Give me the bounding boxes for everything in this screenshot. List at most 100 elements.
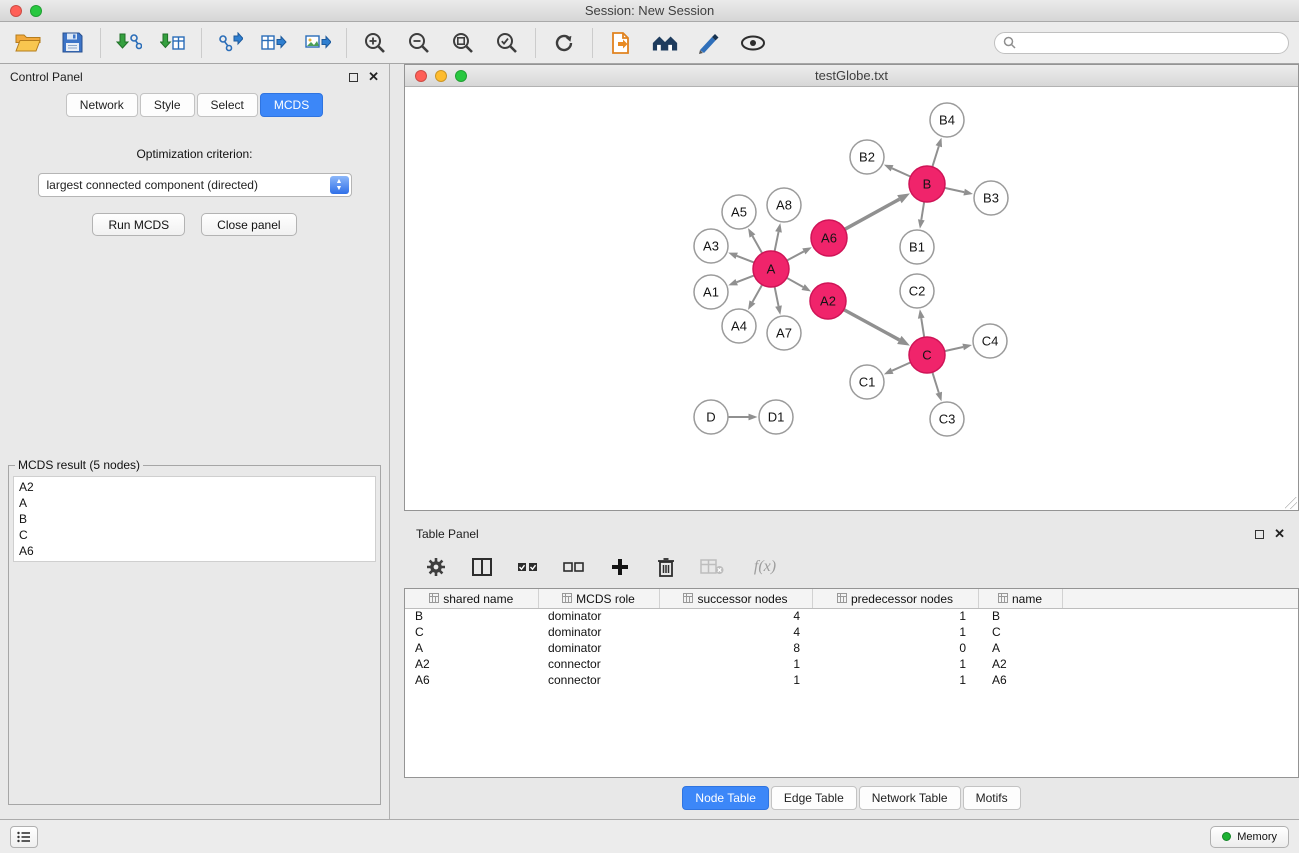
network-canvas[interactable]: B4B2BB3A5A8A6A3B1AA1C2A2A4A7CC4C1C3DD1 <box>405 87 1298 510</box>
graph-edge[interactable] <box>787 278 803 287</box>
result-item[interactable]: A2 <box>19 479 370 495</box>
close-network-button[interactable] <box>415 70 427 82</box>
tab-mcds[interactable]: MCDS <box>260 93 323 117</box>
result-item[interactable]: C <box>19 527 370 543</box>
float-panel-icon[interactable] <box>349 73 358 82</box>
graph-edge[interactable] <box>752 285 762 302</box>
mcds-result-fieldset: MCDS result (5 nodes) A2ABCA6 <box>8 458 381 805</box>
graph-edge-arrow <box>728 253 738 259</box>
criterion-dropdown[interactable]: largest connected component (directed) ▲… <box>38 173 352 197</box>
tab-network[interactable]: Network <box>66 93 138 117</box>
network-graph[interactable]: B4B2BB3A5A8A6A3B1AA1C2A2A4A7CC4C1C3DD1 <box>405 87 1298 510</box>
graph-edge-arrow <box>748 228 755 238</box>
apply-style-icon[interactable] <box>695 29 723 57</box>
float-table-panel-icon[interactable] <box>1255 530 1264 539</box>
table-cell-filler <box>1062 656 1298 672</box>
home-icon[interactable] <box>651 29 679 57</box>
close-table-panel-icon[interactable]: ✕ <box>1274 529 1285 539</box>
column-header[interactable]: name <box>978 589 1062 608</box>
tab-network-table[interactable]: Network Table <box>859 786 961 810</box>
open-folder-icon[interactable] <box>14 29 42 57</box>
save-session-icon[interactable] <box>58 29 86 57</box>
status-bar: Memory <box>0 819 1299 853</box>
graph-edge[interactable] <box>932 146 938 167</box>
graph-node-label: A8 <box>776 198 792 213</box>
column-header[interactable]: shared name <box>405 589 538 608</box>
graph-node-label: B2 <box>859 150 875 165</box>
graph-edge[interactable] <box>844 310 900 340</box>
graph-edge-arrow <box>801 284 811 291</box>
graph-edge[interactable] <box>752 236 762 253</box>
close-panel-button[interactable]: Close panel <box>201 213 296 236</box>
table-row[interactable]: Cdominator41C <box>405 624 1298 640</box>
add-row-icon[interactable] <box>608 555 632 579</box>
table-cell: A2 <box>978 656 1062 672</box>
graph-edge[interactable] <box>892 362 911 370</box>
graph-edge[interactable] <box>787 251 804 260</box>
tab-select[interactable]: Select <box>197 93 258 117</box>
deselect-all-icon[interactable] <box>562 555 586 579</box>
graph-edge-arrow <box>936 392 942 402</box>
run-mcds-button[interactable]: Run MCDS <box>92 213 185 236</box>
zoom-out-icon[interactable] <box>405 29 433 57</box>
tab-motifs[interactable]: Motifs <box>963 786 1021 810</box>
close-window-button[interactable] <box>10 5 22 17</box>
close-panel-icon[interactable]: ✕ <box>368 72 379 82</box>
tab-edge-table[interactable]: Edge Table <box>771 786 857 810</box>
memory-button[interactable]: Memory <box>1210 826 1289 848</box>
export-network-icon[interactable] <box>216 29 244 57</box>
graph-edge[interactable] <box>945 188 965 192</box>
table-row[interactable]: Bdominator41B <box>405 608 1298 624</box>
graph-edge-arrow <box>775 305 782 314</box>
eye-icon[interactable] <box>739 29 767 57</box>
result-item[interactable]: B <box>19 511 370 527</box>
zoom-selected-icon[interactable] <box>493 29 521 57</box>
zoom-network-button[interactable] <box>455 70 467 82</box>
graph-edge[interactable] <box>921 202 924 220</box>
graph-edge[interactable] <box>737 256 755 263</box>
table-row[interactable]: A6connector11A6 <box>405 672 1298 688</box>
select-all-icon[interactable] <box>516 555 540 579</box>
graph-edge[interactable] <box>775 287 779 306</box>
zoom-in-icon[interactable] <box>361 29 389 57</box>
network-window-controls <box>415 70 467 82</box>
graph-edge[interactable] <box>945 347 964 351</box>
minimize-network-button[interactable] <box>435 70 447 82</box>
zoom-window-button[interactable] <box>30 5 42 17</box>
settings-gear-icon[interactable] <box>424 555 448 579</box>
graph-edge[interactable] <box>845 199 900 229</box>
search-input[interactable] <box>1021 36 1280 50</box>
table-row[interactable]: A2connector11A2 <box>405 656 1298 672</box>
import-table-icon[interactable] <box>159 29 187 57</box>
refresh-icon[interactable] <box>550 29 578 57</box>
window-controls <box>10 5 42 17</box>
graph-edge[interactable] <box>932 372 938 393</box>
column-visibility-icon[interactable] <box>470 555 494 579</box>
tab-node-table[interactable]: Node Table <box>682 786 769 810</box>
task-history-button[interactable] <box>10 826 38 848</box>
global-search[interactable] <box>994 32 1289 54</box>
column-header[interactable]: MCDS role <box>538 589 659 608</box>
graph-edge[interactable] <box>737 275 755 282</box>
result-item[interactable]: A6 <box>19 543 370 559</box>
graph-edge[interactable] <box>892 168 911 176</box>
tab-style[interactable]: Style <box>140 93 195 117</box>
table-cell: 4 <box>659 608 812 624</box>
delete-row-icon[interactable] <box>654 555 678 579</box>
function-icon[interactable]: f(x) <box>746 555 784 579</box>
resize-grip[interactable] <box>1285 497 1297 509</box>
node-table: shared nameMCDS rolesuccessor nodesprede… <box>404 588 1299 778</box>
delete-table-icon[interactable] <box>700 555 724 579</box>
export-image-icon[interactable] <box>304 29 332 57</box>
column-header[interactable]: successor nodes <box>659 589 812 608</box>
open-session-file-icon[interactable] <box>607 29 635 57</box>
table-row[interactable]: Adominator80A <box>405 640 1298 656</box>
zoom-fit-icon[interactable] <box>449 29 477 57</box>
export-table-icon[interactable] <box>260 29 288 57</box>
column-header[interactable]: predecessor nodes <box>812 589 978 608</box>
graph-edge[interactable] <box>775 232 779 251</box>
os-titlebar: Session: New Session <box>0 0 1299 22</box>
result-item[interactable]: A <box>19 495 370 511</box>
graph-edge[interactable] <box>921 318 924 337</box>
import-network-icon[interactable] <box>115 29 143 57</box>
